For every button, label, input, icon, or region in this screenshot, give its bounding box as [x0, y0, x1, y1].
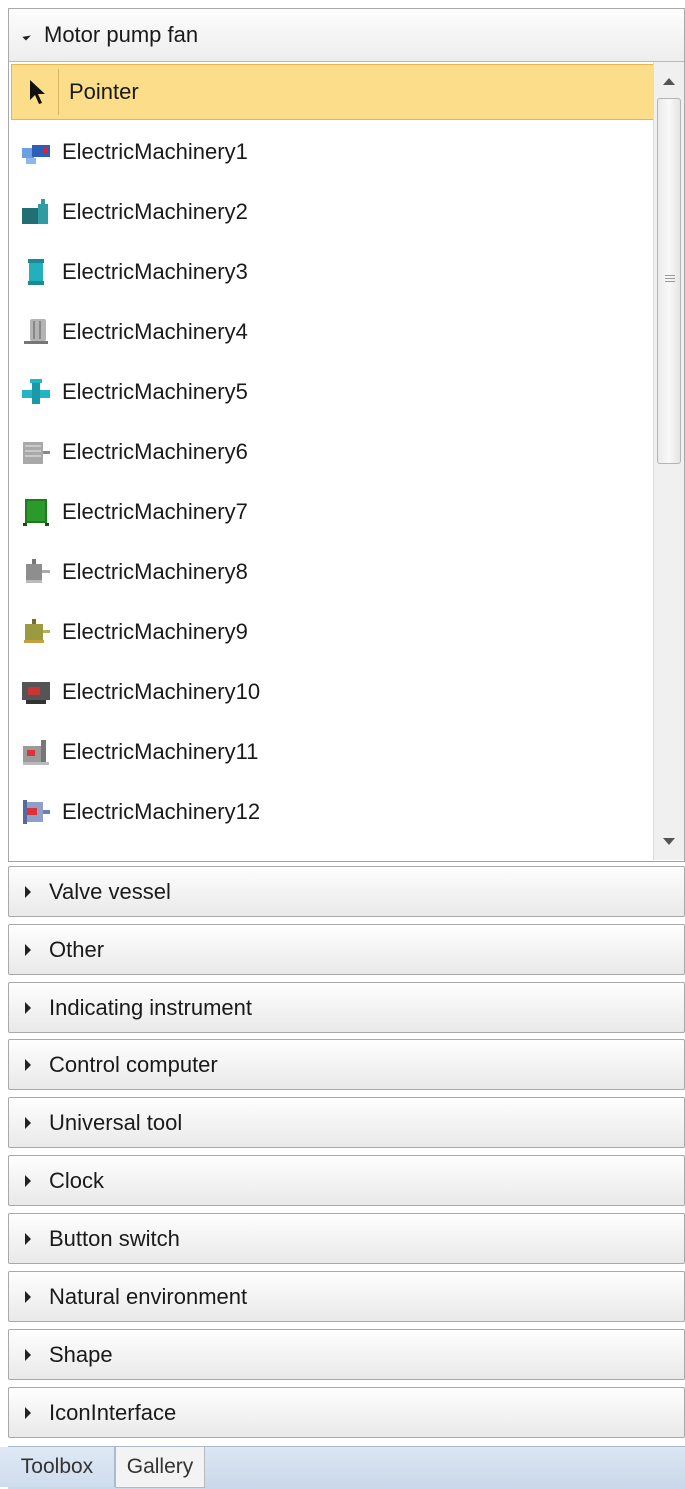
toolbox-item-electricmachinery4[interactable]: ElectricMachinery4 [11, 304, 655, 360]
group-header-indicating-instrument[interactable]: Indicating instrument [8, 982, 685, 1033]
toolbox-item-electricmachinery5[interactable]: ElectricMachinery5 [11, 364, 655, 420]
triangle-right-icon [25, 943, 31, 956]
toolbox-item-electricmachinery2[interactable]: ElectricMachinery2 [11, 184, 655, 240]
gray-finned-motor-icon [23, 442, 50, 464]
arrow-down-icon [663, 837, 675, 845]
arrow-up-icon [663, 77, 675, 85]
toolbox-item-electricmachinery10[interactable]: ElectricMachinery10 [11, 664, 655, 720]
blue-red-motor-icon [23, 800, 50, 824]
triangle-right-icon [25, 1058, 31, 1071]
toolbox-item-list: Pointer ElectricMachinery1 ElectricMachi… [8, 62, 685, 862]
toolbox-item-electricmachinery9[interactable]: ElectricMachinery9 [11, 604, 655, 660]
panel-tab-bar: Toolbox Gallery [0, 1446, 685, 1489]
toolbox-item-electricmachinery6[interactable]: ElectricMachinery6 [11, 424, 655, 480]
item-label: ElectricMachinery10 [62, 679, 261, 704]
pointer-arrow-icon [16, 69, 59, 115]
group-header-valve-vessel[interactable]: Valve vessel [8, 866, 685, 917]
toolbox-item-electricmachinery11[interactable]: ElectricMachinery11 [11, 724, 655, 780]
gray-cylinder-icon [24, 319, 48, 344]
group-header-shape[interactable]: Shape [8, 1329, 685, 1380]
group-title: Indicating instrument [49, 994, 252, 1020]
group-header-natural-environment[interactable]: Natural environment [8, 1271, 685, 1322]
toolbox-item-electricmachinery12[interactable]: ElectricMachinery12 [11, 784, 655, 840]
grip-icon [665, 275, 675, 284]
scrollbar-thumb[interactable] [657, 98, 681, 464]
group-title: IconInterface [49, 1399, 177, 1425]
scroll-down-button[interactable] [654, 826, 684, 856]
group-title: Universal tool [49, 1109, 183, 1135]
group-title: Valve vessel [49, 878, 171, 904]
item-label: ElectricMachinery1 [62, 139, 248, 164]
group-header-control-computer[interactable]: Control computer [8, 1039, 685, 1090]
triangle-right-icon [25, 1290, 31, 1303]
item-label: ElectricMachinery2 [62, 199, 248, 224]
item-label: ElectricMachinery7 [62, 499, 248, 524]
toolbox-item-electricmachinery3[interactable]: ElectricMachinery3 [11, 244, 655, 300]
triangle-right-icon [25, 1174, 31, 1187]
group-header-other[interactable]: Other [8, 924, 685, 975]
group-title: Clock [49, 1167, 105, 1193]
item-label: ElectricMachinery5 [62, 379, 248, 404]
group-header-iconinterface[interactable]: IconInterface [8, 1387, 685, 1438]
group-title: Motor pump fan [44, 22, 199, 47]
group-title: Other [49, 936, 105, 962]
triangle-down-icon [22, 31, 31, 40]
triangle-right-icon [25, 885, 31, 898]
tab-gallery[interactable]: Gallery [115, 1447, 205, 1488]
cyan-cross-valve-icon [22, 379, 50, 404]
item-label: ElectricMachinery12 [62, 799, 261, 824]
group-header-clock[interactable]: Clock [8, 1155, 685, 1206]
green-cabinet-icon [23, 499, 49, 526]
group-title: Control computer [49, 1051, 218, 1077]
group-title: Natural environment [49, 1283, 248, 1309]
triangle-right-icon [25, 1232, 31, 1245]
tab-toolbox[interactable]: Toolbox [0, 1447, 115, 1487]
dark-red-motor-icon [22, 682, 50, 704]
item-label: ElectricMachinery4 [62, 319, 248, 344]
item-label: ElectricMachinery6 [62, 439, 248, 464]
toolbox-item-electricmachinery1[interactable]: ElectricMachinery1 [11, 124, 655, 180]
olive-motor-icon [24, 619, 50, 643]
toolbox-item-electricmachinery8[interactable]: ElectricMachinery8 [11, 544, 655, 600]
gray-motor-icon [26, 559, 50, 583]
item-label: Pointer [69, 79, 139, 104]
triangle-right-icon [25, 1406, 31, 1419]
group-title: Shape [49, 1341, 113, 1367]
red-gray-pump-icon [23, 740, 49, 765]
item-label: ElectricMachinery8 [62, 559, 248, 584]
group-title: Button switch [49, 1225, 180, 1251]
triangle-right-icon [25, 1348, 31, 1361]
triangle-right-icon [25, 1001, 31, 1014]
item-label: ElectricMachinery3 [62, 259, 248, 284]
group-header-universal-tool[interactable]: Universal tool [8, 1097, 685, 1148]
group-header-button-switch[interactable]: Button switch [8, 1213, 685, 1264]
item-label: ElectricMachinery11 [62, 739, 259, 764]
vertical-scrollbar[interactable] [653, 62, 684, 860]
item-label: ElectricMachinery9 [62, 619, 248, 644]
cyan-tank-icon [28, 259, 44, 285]
toolbox-item-pointer[interactable]: Pointer [11, 64, 655, 120]
toolbox-panel: Motor pump fan Pointer ElectricMachinery… [0, 8, 685, 1489]
group-header-motor-pump-fan[interactable]: Motor pump fan [8, 8, 685, 62]
toolbox-item-electricmachinery7[interactable]: ElectricMachinery7 [11, 484, 655, 540]
scroll-up-button[interactable] [654, 66, 684, 96]
triangle-right-icon [25, 1116, 31, 1129]
blue-motor-icon [22, 145, 50, 164]
teal-pump-icon [22, 199, 48, 224]
